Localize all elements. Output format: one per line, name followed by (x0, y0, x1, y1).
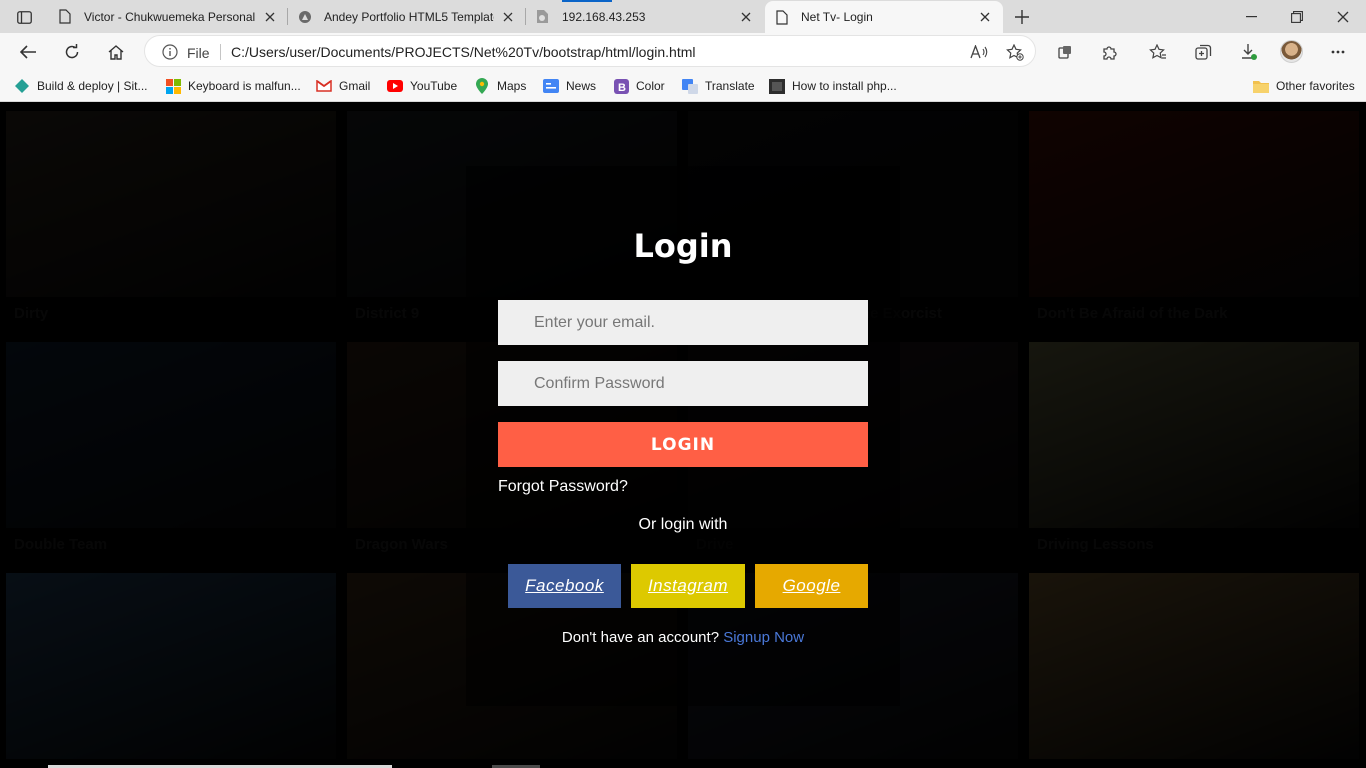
google-login-button[interactable]: Google (755, 564, 868, 608)
puzzle-extensions-icon[interactable] (1094, 37, 1124, 67)
tab-title: 192.168.43.253 (562, 9, 646, 24)
extensions-app-icon[interactable] (1050, 37, 1080, 67)
bookmark-youtube[interactable]: YouTube (387, 76, 457, 96)
email-field[interactable] (498, 300, 868, 345)
tab-title: Andey Portfolio HTML5 Template (324, 9, 494, 24)
forgot-password-link[interactable]: Forgot Password? (498, 478, 628, 496)
signup-prompt: Don't have an account? Signup Now (0, 629, 1366, 646)
bookmark-label: Gmail (339, 79, 371, 93)
netlify-icon (14, 78, 30, 94)
page-icon (58, 9, 72, 25)
tab-actions-icon[interactable] (8, 6, 40, 28)
tab-title: Victor - Chukwuemeka Personal W (84, 9, 256, 24)
site-icon (298, 9, 312, 25)
instagram-login-button[interactable]: Instagram (631, 564, 745, 608)
bookmark-netlify[interactable]: Build & deploy | Sit... (14, 76, 148, 96)
svg-text:B: B (618, 82, 626, 94)
loading-page-icon (536, 9, 550, 25)
password-field[interactable] (498, 361, 868, 406)
profile-avatar[interactable] (1280, 40, 1303, 63)
address-bar[interactable]: File C:/Users/user/Documents/PROJECTS/Ne… (144, 35, 1036, 67)
downloads-icon[interactable] (1233, 37, 1263, 67)
close-tab-icon[interactable] (262, 9, 278, 25)
refresh-icon[interactable] (57, 37, 87, 67)
minimize-icon[interactable] (1228, 0, 1274, 33)
more-menu-icon[interactable] (1323, 37, 1353, 67)
gmail-icon (316, 78, 332, 94)
protocol-label: File (187, 45, 210, 61)
close-window-icon[interactable] (1320, 0, 1366, 33)
url-text[interactable]: C:/Users/user/Documents/PROJECTS/Net%20T… (231, 44, 696, 60)
new-tab-icon[interactable] (1010, 5, 1034, 29)
signup-link[interactable]: Signup Now (723, 629, 804, 646)
facebook-login-button[interactable]: Facebook (508, 564, 621, 608)
other-favorites-label: Other favorites (1276, 79, 1355, 93)
video-icon (769, 78, 785, 94)
bookmark-label: Translate (705, 79, 755, 93)
bookmark-keyboard[interactable]: Keyboard is malfun... (165, 76, 301, 96)
address-divider (220, 44, 221, 60)
bookmark-php-video[interactable]: How to install php... (769, 76, 897, 96)
page-viewport: DirtyDistrict 9Dominion: Prequel to The … (0, 103, 1366, 768)
bookmark-label: YouTube (410, 79, 458, 93)
bookmark-gmail[interactable]: Gmail (316, 76, 370, 96)
bookmark-label: Keyboard is malfun... (188, 79, 301, 93)
add-favorite-icon[interactable] (1004, 41, 1026, 63)
page-icon (775, 9, 789, 25)
bookmark-label: Color (636, 79, 665, 93)
tab-ip[interactable]: 192.168.43.253 (526, 0, 764, 33)
browser-tab-strip: Victor - Chukwuemeka Personal W Andey Po… (0, 0, 1366, 33)
signup-prompt-text: Don't have an account? (561, 629, 720, 646)
restore-icon[interactable] (1274, 0, 1320, 33)
browser-toolbar: File C:/Users/user/Documents/PROJECTS/Ne… (0, 33, 1366, 70)
bookmark-color[interactable]: B Color (613, 76, 665, 96)
read-aloud-icon[interactable] (968, 41, 990, 63)
bookmark-label: How to install php... (792, 79, 897, 93)
close-tab-icon[interactable] (977, 9, 993, 25)
news-icon (543, 78, 559, 94)
info-icon[interactable] (162, 44, 178, 60)
tab-net-tv-login[interactable]: Net Tv- Login (765, 1, 1003, 33)
folder-icon (1253, 78, 1269, 94)
translate-icon (682, 78, 698, 94)
maps-icon (474, 78, 490, 94)
bootstrap-icon: B (613, 78, 629, 94)
login-title: Login (633, 227, 733, 265)
bookmark-label: News (566, 79, 597, 93)
tab-victor[interactable]: Victor - Chukwuemeka Personal W (48, 0, 288, 33)
bookmark-translate[interactable]: Translate (682, 76, 755, 96)
bookmark-label: Build & deploy | Sit... (37, 79, 148, 93)
login-button[interactable]: LOGIN (498, 422, 868, 467)
youtube-icon (387, 78, 403, 94)
close-tab-icon[interactable] (500, 9, 516, 25)
bookmark-maps[interactable]: Maps (474, 76, 526, 96)
tab-title: Net Tv- Login (801, 10, 873, 24)
bookmark-news[interactable]: News (543, 76, 596, 96)
close-tab-icon[interactable] (738, 9, 754, 25)
tab-andey[interactable]: Andey Portfolio HTML5 Template (288, 0, 526, 33)
back-arrow-icon[interactable] (13, 37, 43, 67)
favorites-bar: Build & deploy | Sit... Keyboard is malf… (0, 70, 1366, 102)
or-login-with-text: Or login with (638, 516, 728, 533)
home-icon[interactable] (101, 37, 131, 67)
collections-icon[interactable] (1188, 37, 1218, 67)
other-favorites[interactable]: Other favorites (1253, 76, 1355, 96)
microsoft-icon (165, 78, 181, 94)
favorites-icon[interactable] (1143, 37, 1173, 67)
bookmark-label: Maps (497, 79, 527, 93)
